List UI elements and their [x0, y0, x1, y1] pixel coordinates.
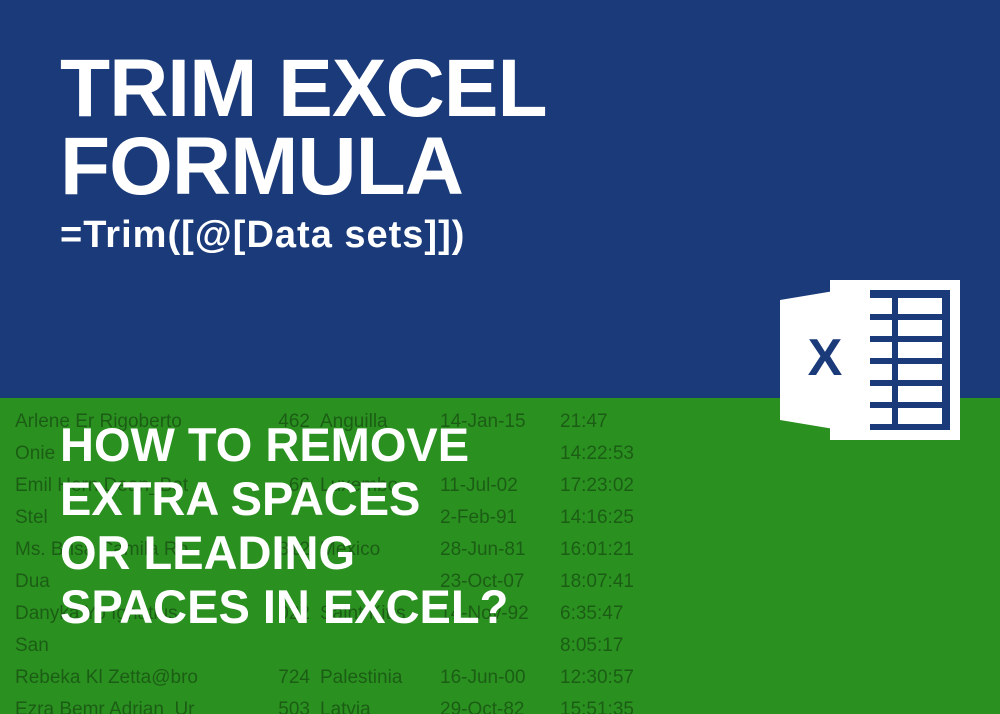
- bg-data-row: San8:05:17: [15, 630, 985, 662]
- title-line-1: TRIM EXCEL: [60, 50, 940, 128]
- subtitle-line-3: OR LEADING: [60, 526, 940, 580]
- svg-text:X: X: [808, 329, 843, 387]
- header-section: TRIM EXCEL FORMULA =Trim([@[Data sets]]): [0, 0, 1000, 398]
- excel-icon: X: [770, 270, 970, 450]
- title-line-2: FORMULA: [60, 128, 940, 206]
- subtitle-line-2: EXTRA SPACES: [60, 472, 940, 526]
- formula-text: =Trim([@[Data sets]]): [60, 214, 940, 257]
- subtitle-line-4: SPACES IN EXCEL?: [60, 580, 940, 634]
- subtitle: HOW TO REMOVE EXTRA SPACES OR LEADING SP…: [60, 418, 940, 634]
- bg-data-row: Ezra Bemr Adrian_Ur503Latvia29-Oct-8215:…: [15, 694, 985, 714]
- bg-data-row: Rebeka Kl Zetta@bro724Palestinia16-Jun-0…: [15, 662, 985, 694]
- main-title: TRIM EXCEL FORMULA: [60, 50, 940, 206]
